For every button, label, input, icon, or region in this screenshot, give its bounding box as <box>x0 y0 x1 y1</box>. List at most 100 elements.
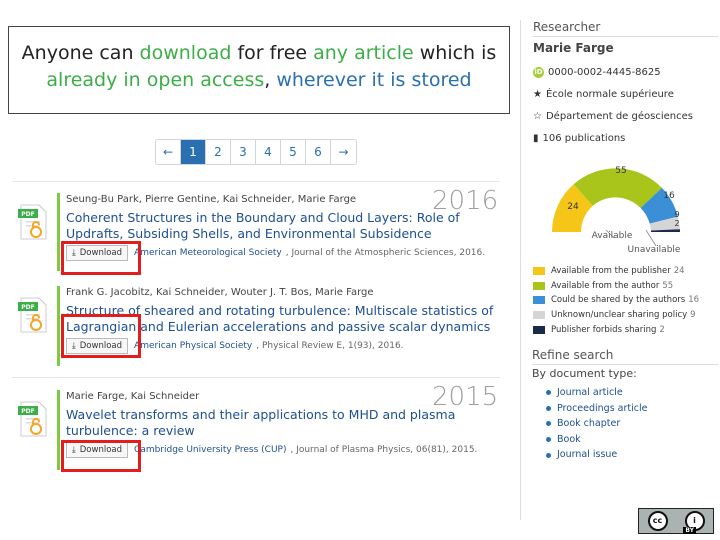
pager-page-2[interactable]: 2 <box>206 140 231 164</box>
pager-prev[interactable]: ← <box>156 140 181 164</box>
year-divider <box>12 377 500 378</box>
pdf-label: PDF <box>21 304 34 311</box>
doc-type-label: Proceedings article <box>557 402 648 414</box>
publications-row: ▮ 106 publications <box>533 127 718 149</box>
legend-swatch <box>533 281 545 290</box>
publisher-link[interactable]: American Physical Society <box>134 341 252 351</box>
gauge-legend: Available from the publisher 24 Available… <box>533 264 718 337</box>
bullet-icon <box>546 390 551 396</box>
pager-page-5[interactable]: 5 <box>281 140 306 164</box>
pdf-label: PDF <box>21 211 34 218</box>
refine-search: Refine search By document type: Journal … <box>532 348 718 463</box>
bullet-icon <box>546 405 551 411</box>
legend-item-forbidden: Publisher forbids sharing 2 <box>533 322 718 337</box>
callout-highlight-any-article: any article <box>313 42 414 64</box>
doc-type-label: Book <box>557 433 581 445</box>
doc-type-journal-issue[interactable]: Journal issue <box>546 447 718 463</box>
publications-count: 106 publications <box>542 132 626 144</box>
legend-count: 9 <box>690 310 696 321</box>
legend-swatch <box>533 267 545 276</box>
doc-type-journal-article[interactable]: Journal article <box>546 385 718 401</box>
callout-highlight-open-access: already in open access <box>46 69 265 91</box>
open-access-bar <box>57 193 60 271</box>
bar-chart-icon: ▮ <box>533 132 539 144</box>
pdf-open-access-icon[interactable]: PDF <box>18 203 48 241</box>
refine-subheading: By document type: <box>532 367 637 380</box>
callout-text: Anyone can <box>21 42 140 64</box>
publication-authors: Frank G. Jacobitz, Kai Schneider, Wouter… <box>66 287 374 298</box>
publication-title[interactable]: Coherent Structures in the Boundary and … <box>66 210 496 243</box>
doc-type-book-chapter[interactable]: Book chapter <box>546 416 718 432</box>
callout-text: , <box>264 69 277 91</box>
legend-label: Available from the publisher <box>551 266 671 277</box>
legend-count: 24 <box>673 266 685 277</box>
department-name[interactable]: Département de géosciences <box>546 111 693 122</box>
by-label: BY <box>683 527 696 534</box>
doc-type-book[interactable]: Book <box>546 432 718 448</box>
publication-item: PDF Marie Farge, Kai Schneider Wavelet t… <box>12 390 502 472</box>
gauge-pointer-unavailable <box>645 229 657 247</box>
pager-page-4[interactable]: 4 <box>256 140 281 164</box>
publisher-link[interactable]: Cambridge University Press (CUP) <box>134 445 286 455</box>
document-type-list: Journal article Proceedings article Book… <box>532 385 718 463</box>
doc-type-label: Book chapter <box>557 418 621 430</box>
legend-label: Publisher forbids sharing <box>551 324 657 335</box>
legend-label: Available from the author <box>551 280 660 291</box>
cc-icon: cc <box>647 511 668 531</box>
refine-heading: Refine search <box>532 348 614 362</box>
cc-by-license-badge: cc i BY <box>638 508 714 534</box>
callout-box: Anyone can download for free any article… <box>8 26 510 114</box>
pager-next[interactable]: → <box>331 140 356 164</box>
bullet-icon <box>546 452 551 458</box>
year-divider <box>12 181 500 182</box>
refine-divider <box>532 364 718 365</box>
open-access-bar <box>57 286 60 366</box>
star-filled-icon: ★ <box>533 88 542 100</box>
institution-row: ★ École normale supérieure <box>533 83 718 105</box>
pdf-open-access-icon[interactable]: PDF <box>18 296 48 334</box>
journal-info: , Journal of Plasma Physics, 06(81), 201… <box>290 445 478 455</box>
legend-count: 55 <box>662 280 674 291</box>
legend-item-unknown: Unknown/unclear sharing policy 9 <box>533 308 718 323</box>
doc-type-label: Journal issue <box>557 449 618 461</box>
journal-info: , Physical Review E, 1(93), 2016. <box>256 341 404 351</box>
publication-authors: Seung-Bu Park, Pierre Gentine, Kai Schne… <box>66 194 357 205</box>
download-highlight-box <box>61 440 141 472</box>
orcid-id[interactable]: 0000-0002-4445-8625 <box>548 67 661 78</box>
pdf-label: PDF <box>21 408 34 415</box>
legend-item-shared: Could be shared by the authors 16 <box>533 293 718 308</box>
publication-authors: Marie Farge, Kai Schneider <box>66 391 200 402</box>
legend-swatch <box>533 311 545 320</box>
pager-page-6[interactable]: 6 <box>306 140 331 164</box>
callout-highlight-download: download <box>139 42 232 64</box>
publisher-link[interactable]: American Meteorological Society <box>134 248 282 258</box>
legend-item-publisher: Available from the publisher 24 <box>533 264 718 279</box>
orcid-icon: iD <box>533 66 544 78</box>
callout-text: which is <box>413 42 497 64</box>
download-highlight-box <box>61 314 141 358</box>
sidebar-divider <box>533 36 718 37</box>
department-row: ☆ Département de géosciences <box>533 105 718 127</box>
publication-item: PDF Frank G. Jacobitz, Kai Schneider, Wo… <box>12 286 502 366</box>
pager-page-1[interactable]: 1 <box>181 140 206 164</box>
researcher-name: Marie Farge <box>533 41 614 55</box>
pdf-open-access-icon[interactable]: PDF <box>18 400 48 438</box>
pager-page-3[interactable]: 3 <box>231 140 256 164</box>
bullet-icon <box>546 437 551 443</box>
gauge-value-forbidden: 2 <box>674 219 679 228</box>
orcid-row[interactable]: iD 0000-0002-4445-8625 <box>533 61 718 83</box>
legend-count: 16 <box>688 295 700 306</box>
legend-label: Could be shared by the authors <box>551 295 686 306</box>
institution-name[interactable]: École normale supérieure <box>546 89 674 100</box>
legend-count: 2 <box>659 324 665 335</box>
doc-type-label: Journal article <box>557 387 623 398</box>
gauge-value-publisher: 24 <box>567 202 579 212</box>
legend-label: Unknown/unclear sharing policy <box>551 310 688 321</box>
star-outline-icon: ☆ <box>533 110 542 122</box>
callout-highlight-wherever: wherever it is stored <box>276 69 472 91</box>
publication-title[interactable]: Wavelet transforms and their application… <box>66 407 496 440</box>
gauge-value-unknown: 9 <box>674 210 679 219</box>
open-access-bar <box>57 390 60 470</box>
doc-type-proceedings-article[interactable]: Proceedings article <box>546 401 718 417</box>
gauge-label-available: Available <box>592 231 633 241</box>
